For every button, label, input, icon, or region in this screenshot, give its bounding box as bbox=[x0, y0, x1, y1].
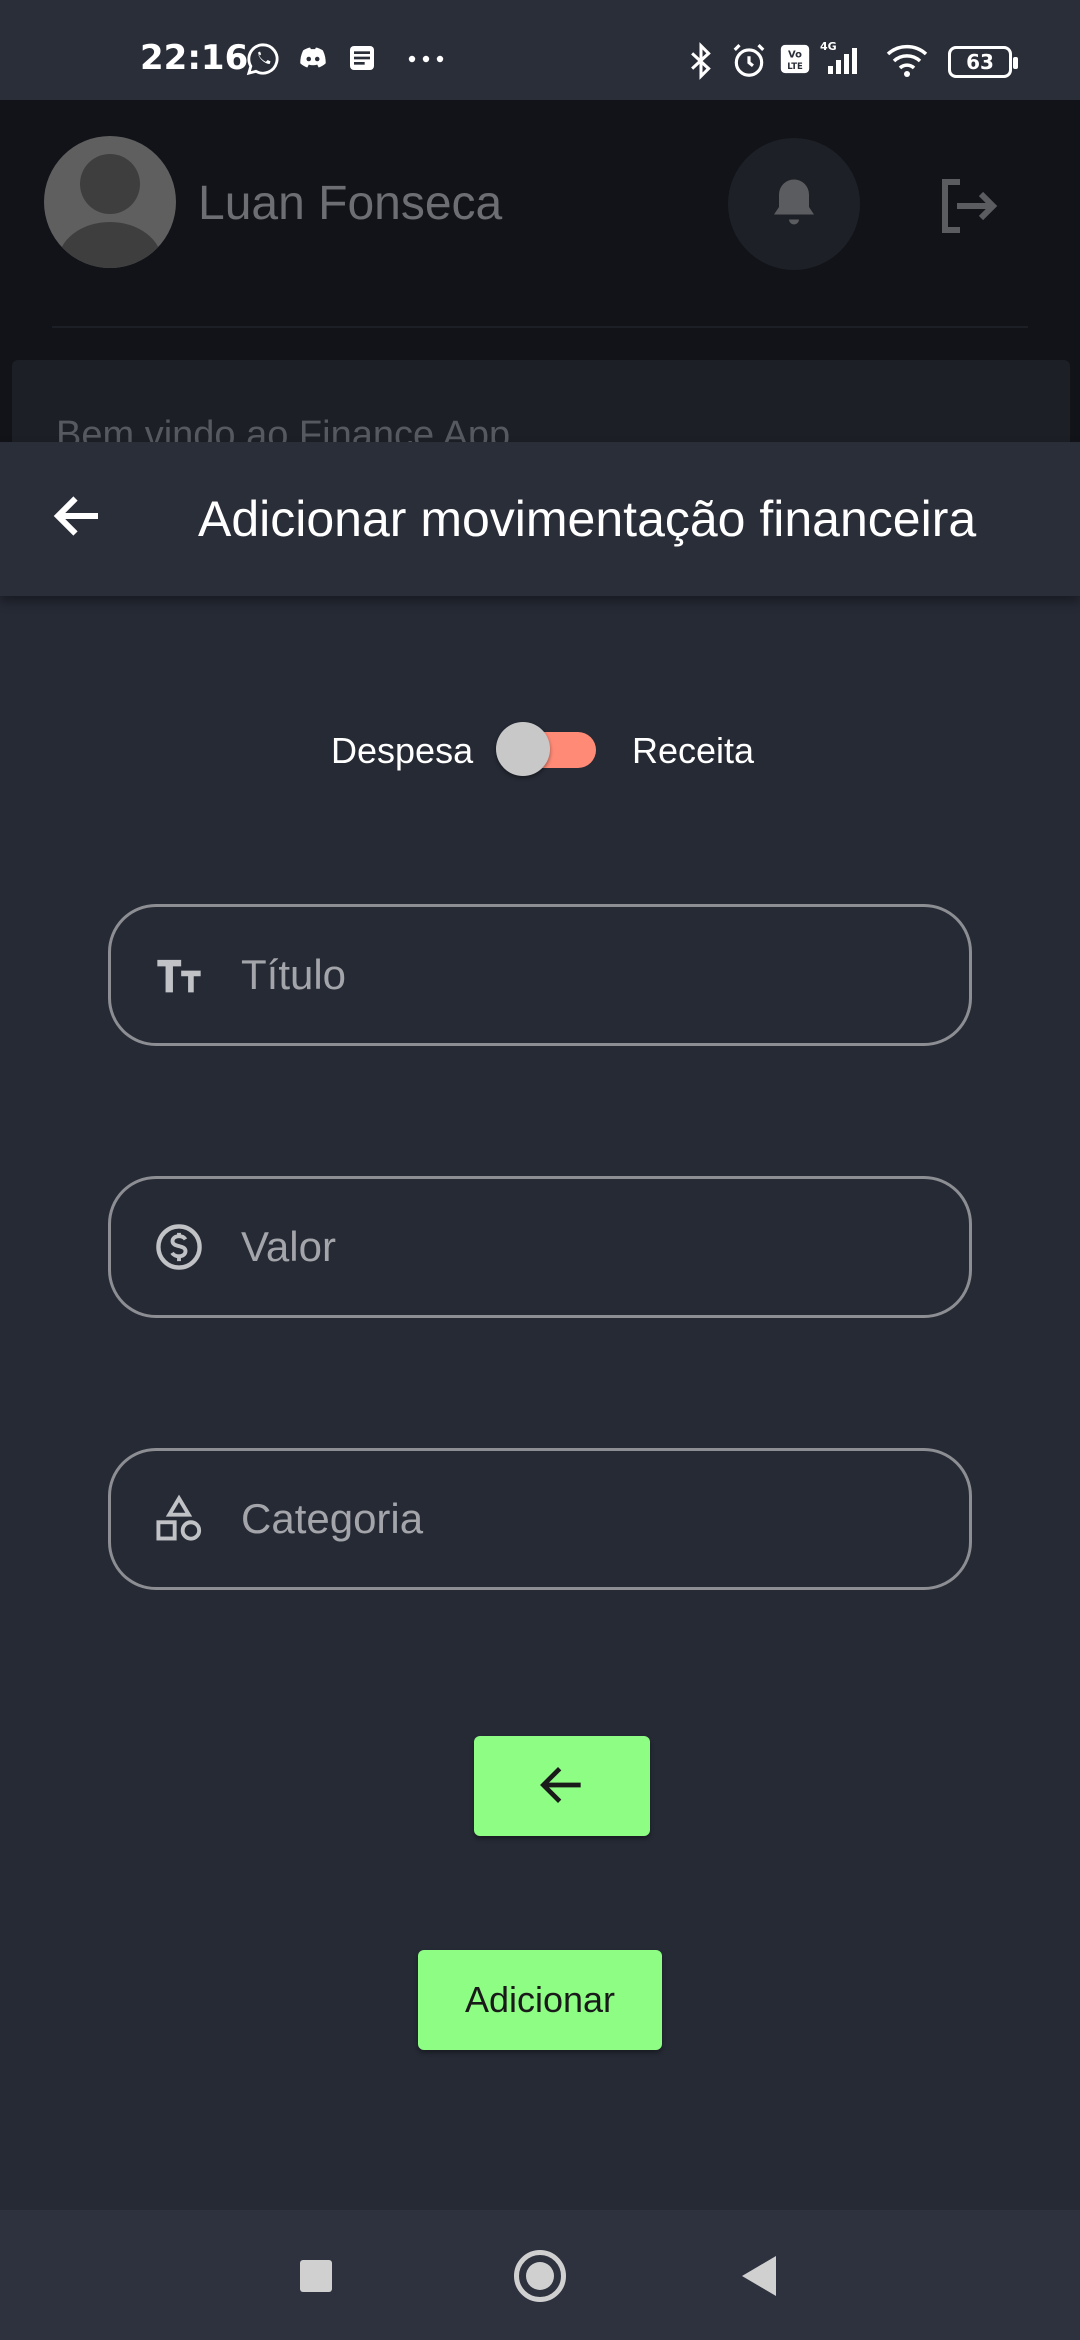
bluetooth-icon bbox=[691, 42, 711, 80]
arrow-left-icon bbox=[540, 1766, 581, 1803]
user-name: Luan Fonseca bbox=[198, 177, 503, 230]
volte-icon: Vo LTE bbox=[780, 44, 810, 74]
news-icon bbox=[350, 46, 374, 70]
title-input[interactable] bbox=[241, 935, 941, 1015]
home-button[interactable] bbox=[514, 2250, 566, 2302]
toggle-label-despesa: Despesa bbox=[331, 730, 474, 771]
system-navigation-bar bbox=[0, 2210, 1080, 2340]
avatar[interactable] bbox=[44, 136, 176, 268]
value-field[interactable] bbox=[108, 1176, 972, 1318]
status-time: 22:16 bbox=[140, 38, 249, 78]
notifications-button[interactable] bbox=[728, 138, 860, 270]
dollar-circle-icon bbox=[156, 1224, 202, 1270]
modal-title: Adicionar movimentação financeira bbox=[198, 491, 977, 547]
category-input[interactable] bbox=[241, 1479, 941, 1559]
discord-icon bbox=[300, 47, 326, 68]
back-button[interactable] bbox=[474, 1736, 650, 1836]
logout-icon bbox=[942, 179, 998, 233]
recent-apps-button[interactable] bbox=[300, 2260, 332, 2292]
logout-button[interactable] bbox=[930, 170, 1002, 242]
shapes-icon bbox=[156, 1494, 202, 1541]
modal-toolbar: Adicionar movimentação financeira bbox=[0, 442, 1080, 596]
back-arrow-icon[interactable] bbox=[48, 486, 108, 546]
signal-4g-icon: 4G bbox=[820, 40, 857, 74]
alarm-icon bbox=[733, 44, 765, 77]
status-bar: 22:16 Vo LTE 4G 63 bbox=[0, 0, 1080, 100]
toggle-knob[interactable] bbox=[496, 722, 550, 776]
add-button[interactable]: Adicionar bbox=[418, 1950, 662, 2050]
text-size-icon bbox=[157, 959, 201, 993]
battery-indicator: 63 bbox=[948, 46, 1018, 78]
more-notifications-icon bbox=[408, 55, 444, 63]
toggle-label-receita: Receita bbox=[632, 730, 755, 771]
system-back-button[interactable] bbox=[742, 2256, 776, 2296]
whatsapp-icon bbox=[246, 43, 279, 76]
svg-text:4G: 4G bbox=[820, 40, 837, 53]
wifi-icon bbox=[886, 44, 928, 77]
title-field[interactable] bbox=[108, 904, 972, 1046]
header-divider bbox=[52, 326, 1028, 328]
category-field[interactable] bbox=[108, 1448, 972, 1590]
bell-icon bbox=[774, 179, 814, 225]
svg-text:Vo: Vo bbox=[788, 50, 802, 61]
svg-text:LTE: LTE bbox=[787, 62, 803, 72]
value-input[interactable] bbox=[241, 1207, 941, 1287]
